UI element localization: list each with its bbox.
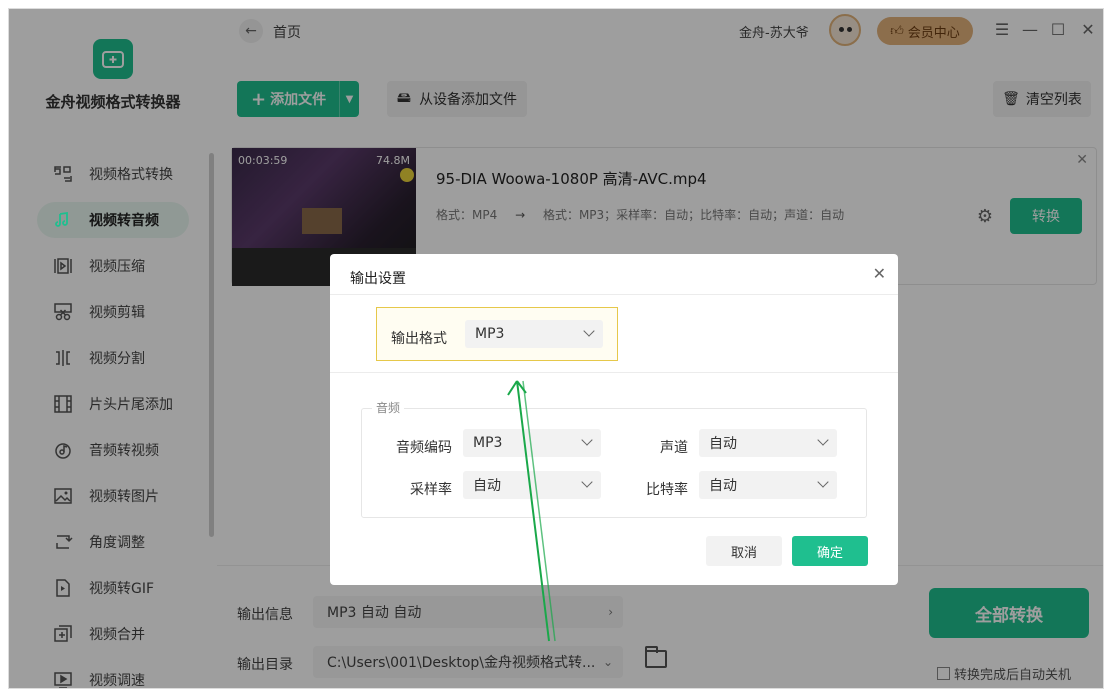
audio-settings-group: 音频 音频编码 MP3 声道 自动 采样率 自动 比特率 自动: [361, 399, 867, 518]
codec-value: MP3: [473, 435, 503, 451]
chevron-down-icon: [581, 434, 593, 446]
chevron-down-icon: [817, 476, 829, 488]
close-icon[interactable]: ✕: [873, 264, 886, 283]
codec-select[interactable]: MP3: [463, 429, 601, 457]
output-format-value: MP3: [475, 326, 505, 342]
audio-icon: [55, 211, 68, 227]
bitrate-value: 自动: [709, 478, 737, 494]
dialog-title: 输出设置: [350, 271, 406, 287]
output-format-label: 输出格式: [391, 331, 447, 347]
bitrate-select[interactable]: 自动: [699, 471, 837, 499]
confirm-button[interactable]: 确定: [792, 536, 868, 566]
samplerate-value: 自动: [473, 478, 501, 494]
output-format-select[interactable]: MP3: [465, 320, 603, 348]
chevron-down-icon: [583, 325, 595, 337]
bitrate-label: 比特率: [646, 482, 688, 498]
output-format-row: 输出格式 MP3: [376, 307, 618, 361]
app-window: 金舟视频格式转换器 视频格式转换 视频转音频 视频压缩 视频剪辑 视频分割 片头…: [8, 8, 1104, 689]
output-settings-dialog: 输出设置 ✕ 输出格式 MP3 音频 音频编码 MP3 声道 自动 采样率 自动…: [330, 254, 898, 585]
channel-label: 声道: [660, 440, 688, 456]
samplerate-select[interactable]: 自动: [463, 471, 601, 499]
channel-value: 自动: [709, 436, 737, 452]
samplerate-label: 采样率: [410, 482, 452, 498]
cancel-button[interactable]: 取消: [706, 536, 782, 566]
chevron-down-icon: [581, 476, 593, 488]
codec-label: 音频编码: [396, 440, 452, 456]
chevron-down-icon: [817, 434, 829, 446]
audio-group-label: 音频: [372, 399, 405, 416]
channel-select[interactable]: 自动: [699, 429, 837, 457]
